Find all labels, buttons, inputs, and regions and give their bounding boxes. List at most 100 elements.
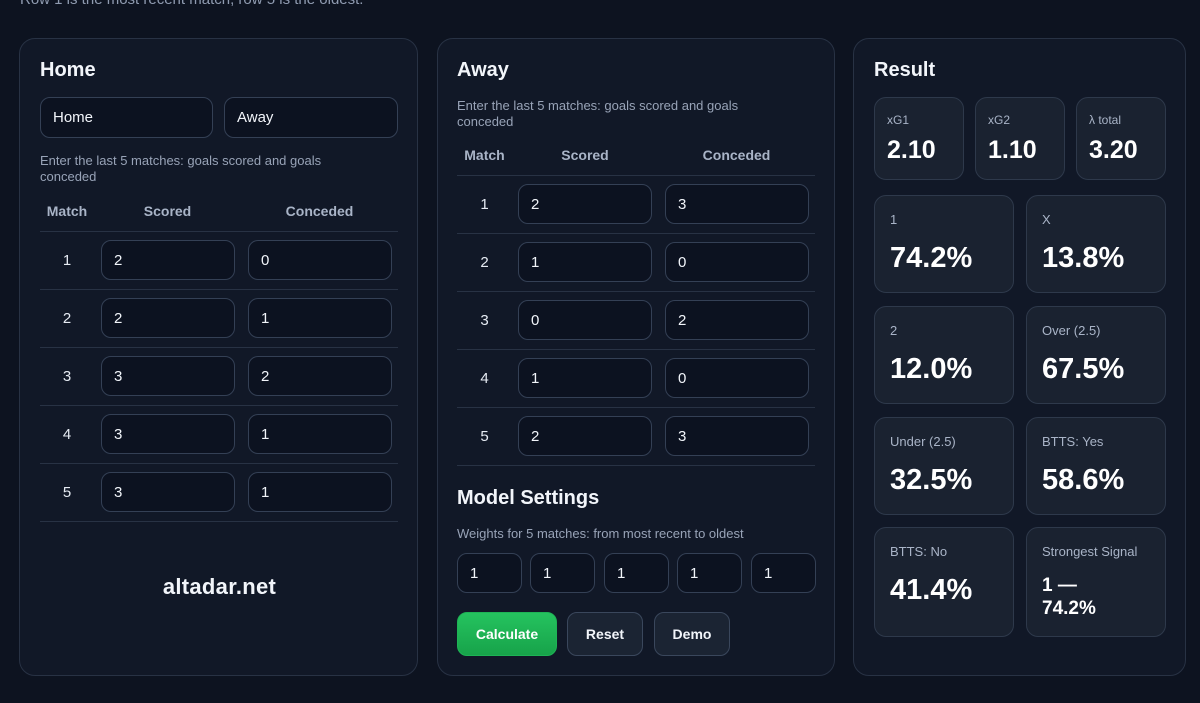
home-matches-table: Match Scored Conceded 1 2 3 4 — [40, 192, 398, 522]
reset-button[interactable]: Reset — [567, 612, 643, 656]
model-settings-title: Model Settings — [457, 487, 600, 509]
table-row: 1 — [457, 175, 815, 234]
lambda-total-card: λ total 3.20 — [1076, 97, 1166, 180]
away-conceded-input[interactable] — [665, 358, 809, 398]
away-conceded-input[interactable] — [665, 416, 809, 456]
btts-yes-label: BTTS: Yes — [1042, 434, 1104, 449]
table-row: 2 — [457, 233, 815, 292]
match-number: 2 — [40, 289, 94, 348]
btts-no-label: BTTS: No — [890, 544, 948, 559]
home-win-label: 1 — [890, 212, 898, 227]
intro-text: Row 1 is the most recent match, row 5 is… — [20, 0, 363, 8]
calculate-button[interactable]: Calculate — [457, 612, 557, 656]
home-conceded-input[interactable] — [248, 472, 392, 512]
away-matches-table: Match Scored Conceded 1 2 3 4 — [457, 136, 815, 466]
column-header-scored: Scored — [512, 136, 658, 176]
over-value: 67.5% — [1042, 353, 1125, 385]
match-number: 1 — [40, 231, 94, 290]
home-scored-input[interactable] — [101, 414, 235, 454]
site-name: altadar.net — [162, 574, 277, 599]
result-panel: Result xG1 2.10 xG2 1.10 λ total 3.20 1 … — [853, 38, 1186, 676]
under-value: 32.5% — [890, 464, 973, 496]
away-panel: Away Enter the last 5 matches: goals sco… — [437, 38, 835, 676]
away-scored-input[interactable] — [518, 358, 652, 398]
weight-input-5[interactable] — [751, 553, 816, 593]
over-label: Over (2.5) — [1042, 323, 1101, 338]
xg2-label: xG2 — [988, 113, 1011, 127]
weights-hint: Weights for 5 matches: from most recent … — [457, 526, 744, 541]
table-row: 4 — [40, 405, 398, 464]
away-panel-title: Away — [457, 59, 509, 81]
away-scored-input[interactable] — [518, 242, 652, 282]
result-title: Result — [874, 59, 936, 81]
table-row: 3 — [457, 291, 815, 350]
xg1-value: 2.10 — [887, 136, 936, 164]
away-hint: Enter the last 5 matches: goals scored a… — [457, 98, 739, 129]
weight-input-2[interactable] — [530, 553, 595, 593]
match-number: 5 — [40, 463, 94, 522]
home-conceded-input[interactable] — [248, 298, 392, 338]
column-header-match: Match — [40, 192, 94, 232]
xg2-card: xG2 1.10 — [975, 97, 1065, 180]
btts-no-card: BTTS: No 41.4% — [874, 527, 1014, 637]
match-number: 2 — [457, 233, 512, 292]
draw-value: 13.8% — [1042, 242, 1125, 274]
match-number: 3 — [40, 347, 94, 406]
away-team-input[interactable] — [224, 97, 398, 138]
away-conceded-input[interactable] — [665, 242, 809, 282]
xg1-card: xG1 2.10 — [874, 97, 964, 180]
home-win-card: 1 74.2% — [874, 195, 1014, 293]
btts-yes-card: BTTS: Yes 58.6% — [1026, 417, 1166, 515]
column-header-conceded: Conceded — [658, 136, 815, 176]
home-scored-input[interactable] — [101, 298, 235, 338]
home-conceded-input[interactable] — [248, 414, 392, 454]
over-card: Over (2.5) 67.5% — [1026, 306, 1166, 404]
strongest-signal-label: Strongest Signal — [1042, 544, 1138, 559]
column-header-scored: Scored — [94, 192, 241, 232]
home-panel: Home Enter the last 5 matches: goals sco… — [19, 38, 418, 676]
table-header-row: Match Scored Conceded — [457, 136, 815, 176]
column-header-match: Match — [457, 136, 512, 176]
home-conceded-input[interactable] — [248, 356, 392, 396]
away-win-value: 12.0% — [890, 353, 973, 385]
xg1-label: xG1 — [887, 113, 910, 127]
lambda-total-value: 3.20 — [1089, 136, 1138, 164]
weight-input-1[interactable] — [457, 553, 522, 593]
strongest-signal-percent: 74.2% — [1042, 598, 1096, 619]
home-scored-input[interactable] — [101, 356, 235, 396]
table-header-row: Match Scored Conceded — [40, 192, 398, 232]
home-team-input[interactable] — [40, 97, 213, 138]
match-number: 5 — [457, 407, 512, 466]
away-win-label: 2 — [890, 323, 898, 338]
btts-no-value: 41.4% — [890, 574, 973, 606]
weight-input-4[interactable] — [677, 553, 742, 593]
away-conceded-input[interactable] — [665, 184, 809, 224]
demo-button[interactable]: Demo — [654, 612, 730, 656]
away-scored-input[interactable] — [518, 416, 652, 456]
table-row: 5 — [40, 463, 398, 522]
strongest-signal-card: Strongest Signal 1 — 74.2% — [1026, 527, 1166, 637]
match-number: 4 — [457, 349, 512, 408]
draw-label: X — [1042, 212, 1051, 227]
home-scored-input[interactable] — [101, 240, 235, 280]
away-conceded-input[interactable] — [665, 300, 809, 340]
home-hint: Enter the last 5 matches: goals scored a… — [40, 153, 322, 184]
under-card: Under (2.5) 32.5% — [874, 417, 1014, 515]
home-win-value: 74.2% — [890, 242, 973, 274]
home-scored-input[interactable] — [101, 472, 235, 512]
under-label: Under (2.5) — [890, 434, 956, 449]
draw-card: X 13.8% — [1026, 195, 1166, 293]
strongest-signal-value: 1 — 74.2% — [1042, 574, 1096, 620]
match-number: 1 — [457, 175, 512, 234]
away-win-card: 2 12.0% — [874, 306, 1014, 404]
away-scored-input[interactable] — [518, 300, 652, 340]
btts-yes-value: 58.6% — [1042, 464, 1125, 496]
table-row: 3 — [40, 347, 398, 406]
home-conceded-input[interactable] — [248, 240, 392, 280]
home-panel-title: Home — [40, 59, 96, 81]
match-number: 3 — [457, 291, 512, 350]
table-row: 5 — [457, 407, 815, 466]
strongest-signal-outcome: 1 — — [1042, 575, 1077, 596]
away-scored-input[interactable] — [518, 184, 652, 224]
weight-input-3[interactable] — [604, 553, 669, 593]
